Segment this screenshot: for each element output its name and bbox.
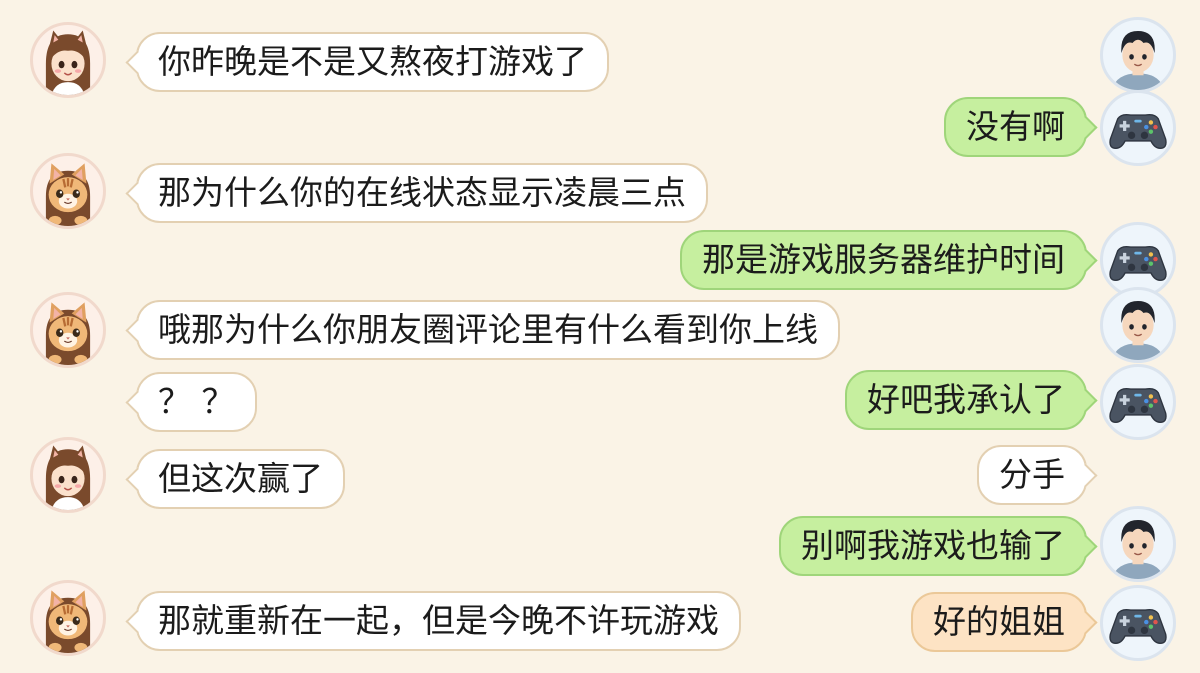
- boy-avatar[interactable]: [1100, 506, 1176, 582]
- message-text: 别啊我游戏也输了: [801, 526, 1065, 565]
- cat-avatar[interactable]: [30, 153, 106, 229]
- boy-avatar[interactable]: [1100, 17, 1176, 93]
- message-bubble: 但这次赢了: [136, 449, 345, 509]
- message-text: 好吧我承认了: [867, 380, 1065, 419]
- message-bubble: 那是游戏服务器维护时间: [680, 230, 1087, 290]
- message-text: 哦那为什么你朋友圈评论里有什么看到你上线: [158, 310, 818, 349]
- message-text: 没有啊: [966, 107, 1065, 146]
- message-bubble: 那就重新在一起，但是今晚不许玩游戏: [136, 591, 741, 651]
- message-text: 你昨晚是不是又熬夜打游戏了: [158, 42, 587, 81]
- message-bubble: 好的姐姐: [911, 592, 1087, 652]
- message-text: ？ ？: [158, 382, 235, 421]
- message-bubble: ？ ？: [136, 372, 257, 432]
- game-controller-icon[interactable]: [1100, 364, 1176, 440]
- girl-avatar[interactable]: [30, 22, 106, 98]
- game-controller-icon[interactable]: [1100, 90, 1176, 166]
- message-bubble: 分手: [977, 445, 1087, 505]
- message-bubble: 你昨晚是不是又熬夜打游戏了: [136, 32, 609, 92]
- game-controller-icon[interactable]: [1100, 585, 1176, 661]
- message-text: 那就重新在一起，但是今晚不许玩游戏: [158, 601, 719, 640]
- cat-avatar[interactable]: [30, 292, 106, 368]
- message-text: 那为什么你的在线状态显示凌晨三点: [158, 173, 686, 212]
- message-bubble: 没有啊: [944, 97, 1087, 157]
- message-bubble: 别啊我游戏也输了: [779, 516, 1087, 576]
- cat-avatar[interactable]: [30, 580, 106, 656]
- message-text: 那是游戏服务器维护时间: [702, 240, 1065, 279]
- message-text: 分手: [999, 455, 1065, 494]
- message-bubble: 那为什么你的在线状态显示凌晨三点: [136, 163, 708, 223]
- girl-avatar[interactable]: [30, 437, 106, 513]
- message-bubble: 哦那为什么你朋友圈评论里有什么看到你上线: [136, 300, 840, 360]
- message-text: 但这次赢了: [158, 459, 323, 498]
- message-text: 好的姐姐: [933, 602, 1065, 641]
- message-bubble: 好吧我承认了: [845, 370, 1087, 430]
- boy-avatar[interactable]: [1100, 287, 1176, 363]
